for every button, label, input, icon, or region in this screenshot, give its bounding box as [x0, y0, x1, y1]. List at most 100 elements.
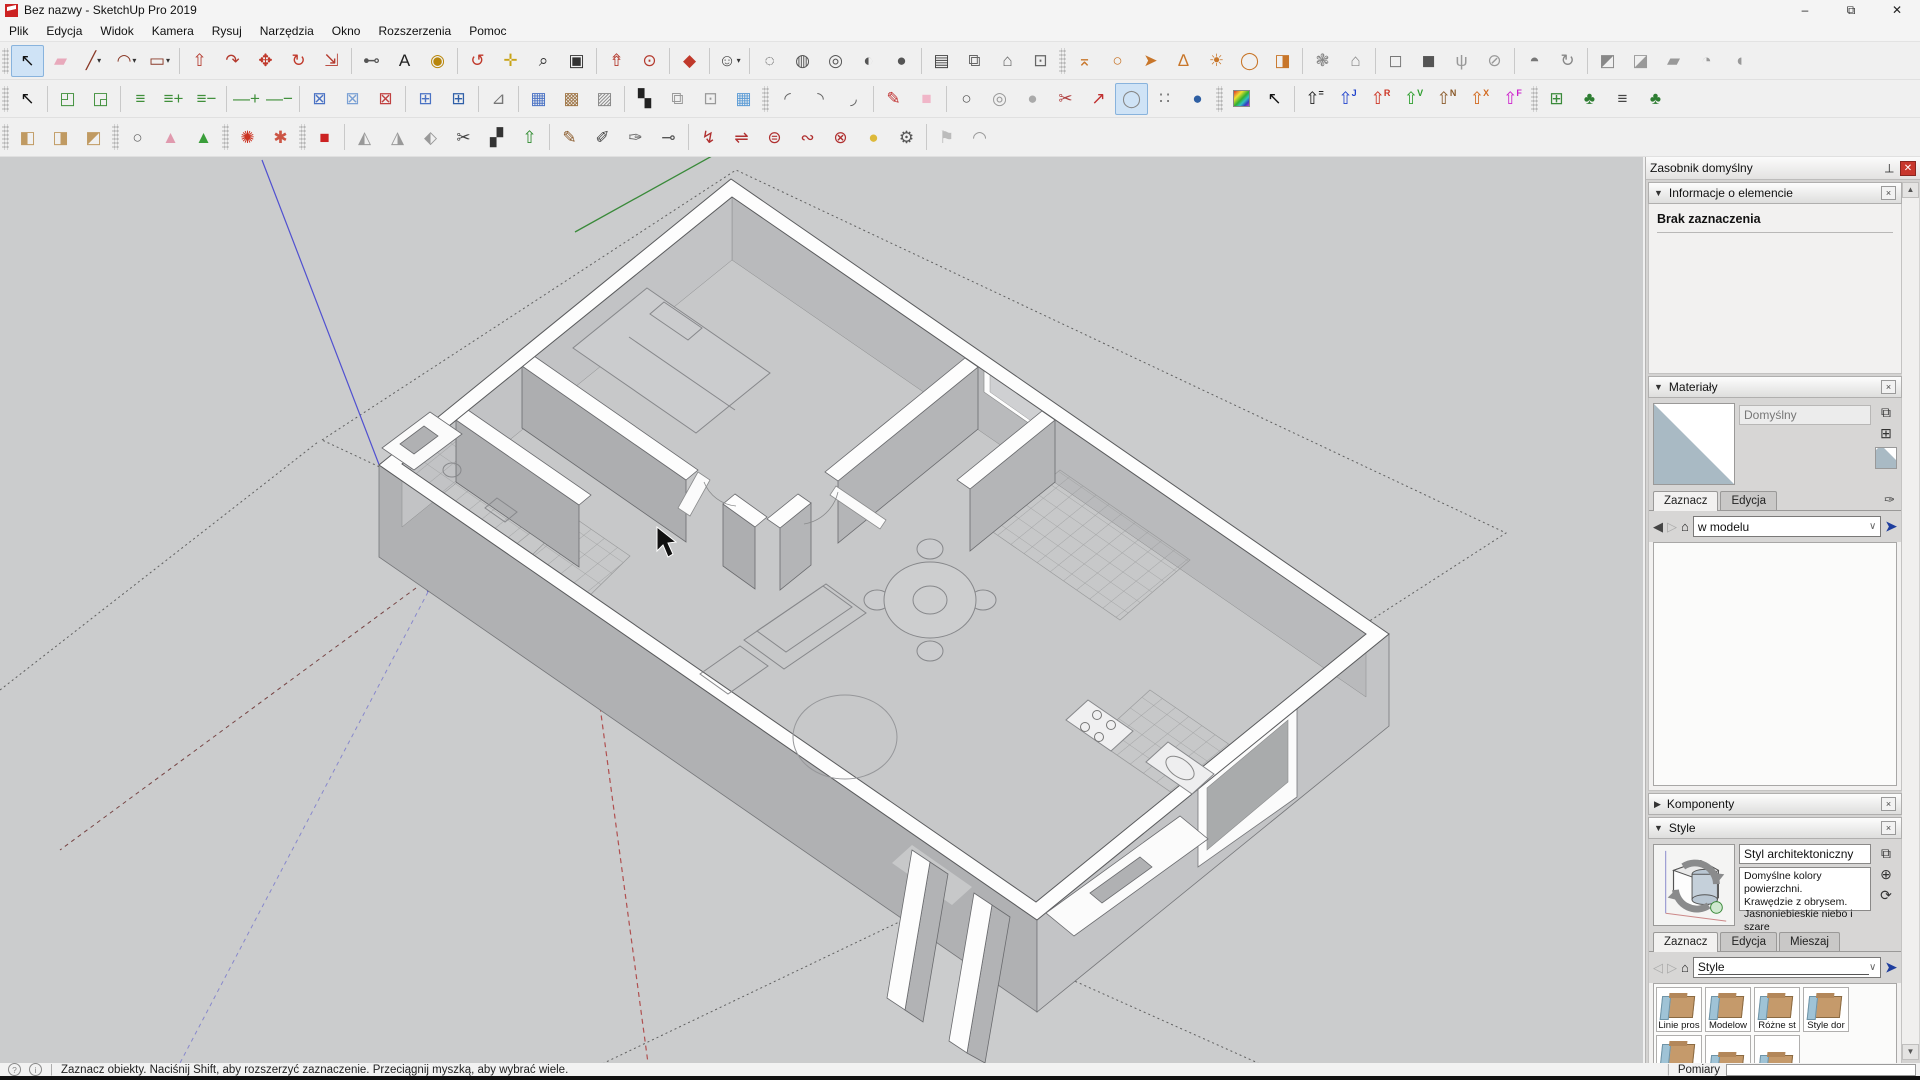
axes-square-b-button[interactable]: ⊠ — [336, 83, 369, 115]
mesh-c-button[interactable]: ⊜ — [758, 121, 791, 153]
prism-c-button[interactable]: ⬖ — [414, 121, 447, 153]
menu-item-pomoc[interactable]: Pomoc — [460, 21, 515, 41]
scene-previous-button[interactable]: ⧉ — [958, 45, 991, 77]
act-cube-button[interactable]: ◨ — [1266, 45, 1299, 77]
pen-b-button[interactable]: ✐ — [586, 121, 619, 153]
pushpull-f-button[interactable]: ⇧F — [1496, 83, 1529, 115]
menu-item-rysuj[interactable]: Rysuj — [203, 21, 251, 41]
proj-sphere-button[interactable]: ◔ — [1690, 45, 1723, 77]
components-close-button[interactable]: × — [1881, 797, 1896, 811]
pushpull-v-button[interactable]: ⇧V — [1397, 83, 1430, 115]
arrow-up-red-button[interactable]: ↗ — [1082, 83, 1115, 115]
toolbar-grip[interactable] — [2, 86, 9, 112]
mesh-d-button[interactable]: ∾ — [791, 121, 824, 153]
act-shade-button[interactable]: ⌅ — [1068, 45, 1101, 77]
pushpull-x-button[interactable]: ⇧X — [1463, 83, 1496, 115]
hidden-line-mode-button[interactable]: ◎ — [819, 45, 852, 77]
orbit-tool-button[interactable]: ↺ — [461, 45, 494, 77]
tab-edycja[interactable]: Edycja — [1720, 491, 1777, 510]
forward-arrow-icon[interactable]: ▷ — [1667, 961, 1677, 974]
menu-item-narzędzia[interactable]: Narzędzia — [251, 21, 323, 41]
component-box-b-button[interactable]: ◨ — [44, 121, 77, 153]
sphere-shape-button[interactable]: ○ — [121, 121, 154, 153]
model-canvas[interactable] — [0, 157, 1643, 1063]
proj-half-square-button[interactable]: ◩ — [1591, 45, 1624, 77]
toolbar-grip[interactable] — [112, 124, 119, 150]
sandbox-contours-button[interactable]: ▩ — [555, 83, 588, 115]
length-add-button[interactable]: —+ — [230, 83, 263, 115]
pen-c-button[interactable]: ✑ — [619, 121, 652, 153]
zoom-tool-button[interactable]: ⌕ — [527, 45, 560, 77]
axes-square-a-button[interactable]: ⊠ — [303, 83, 336, 115]
pyramid-shape-button[interactable]: ▲ — [187, 121, 220, 153]
home-export-tool-button[interactable]: ⌂ — [1339, 45, 1372, 77]
line-tool-button[interactable]: ╱▾ — [77, 45, 110, 77]
back-arrow-icon[interactable]: ◀ — [1653, 520, 1663, 533]
create-style-icon[interactable]: ⊕ — [1880, 867, 1892, 881]
proj-cube-b-button[interactable]: ▰ — [1657, 45, 1690, 77]
eyedropper-icon[interactable]: ✑ — [1884, 492, 1895, 508]
styles-collection-dropdown[interactable]: Style ∨ — [1693, 957, 1881, 978]
push-pull-tool-button[interactable]: ⇧ — [183, 45, 216, 77]
secondary-pane-icon[interactable]: ⧉ — [1881, 846, 1891, 860]
materials-header[interactable]: ▼ Materiały × — [1648, 376, 1902, 398]
tray-close-button[interactable]: ✕ — [1900, 161, 1916, 176]
cube-outline-tool-button[interactable]: ◻ — [1379, 45, 1412, 77]
divide-face-a-button[interactable]: ⊞ — [409, 83, 442, 115]
follow-me-tool-button[interactable]: ↷ — [216, 45, 249, 77]
toolbar-grip[interactable] — [2, 124, 9, 150]
menu-item-okno[interactable]: Okno — [323, 21, 370, 41]
sandbox-grid-button[interactable]: ▦ — [522, 83, 555, 115]
tree-a-button[interactable]: ♣ — [1573, 83, 1606, 115]
back-arrow-icon[interactable]: ◁ — [1653, 961, 1663, 974]
scale-up-green-button[interactable]: ◰ — [51, 83, 84, 115]
pushpull-j-button[interactable]: ⇧J — [1331, 83, 1364, 115]
style-folder-różne-st[interactable]: Różne st — [1754, 987, 1800, 1032]
sphere-tool-button[interactable]: ○ — [950, 83, 983, 115]
swap-pattern-tool-button[interactable]: ◓ — [1518, 45, 1551, 77]
tree-window-button[interactable]: ⊞ — [1540, 83, 1573, 115]
toolbar-grip[interactable] — [1059, 48, 1066, 74]
cube-bold-tool-button[interactable]: ◼ — [1412, 45, 1445, 77]
act-oval-button[interactable]: ◯ — [1233, 45, 1266, 77]
measurements-input[interactable] — [1726, 1064, 1916, 1076]
pin-cut-tool-button[interactable]: ✂ — [1049, 83, 1082, 115]
red-pencil-button[interactable]: ✎ — [877, 83, 910, 115]
walk-tool-button[interactable]: ⇮ — [600, 45, 633, 77]
monochrome-mode-button[interactable]: ● — [885, 45, 918, 77]
select-tool-2-button[interactable]: ↖ — [11, 83, 44, 115]
flora-tool-button[interactable]: ❃ — [1306, 45, 1339, 77]
dim-add-button[interactable]: ≡+ — [157, 83, 190, 115]
scroll-down-icon[interactable]: ▼ — [1902, 1044, 1919, 1060]
leaf-off-tool-button[interactable]: ⊘ — [1478, 45, 1511, 77]
details-arrow-button[interactable]: ➤ — [1885, 959, 1897, 976]
knife-tool-button[interactable]: ✂ — [447, 121, 480, 153]
secondary-pane-icon[interactable]: ⧉ — [1881, 405, 1891, 419]
page-down-button[interactable]: ⊡ — [694, 83, 727, 115]
menu-item-rozszerzenia[interactable]: Rozszerzenia — [369, 21, 460, 41]
checker-bw-button[interactable]: ▚ — [628, 83, 661, 115]
act-ring-button[interactable]: ○ — [1101, 45, 1134, 77]
details-arrow-button[interactable]: ➤ — [1885, 518, 1897, 535]
create-material-icon[interactable]: ⊞ — [1880, 426, 1892, 440]
scenes-window-button[interactable]: ▤ — [925, 45, 958, 77]
pink-material-button[interactable]: ■ — [910, 83, 943, 115]
mesh-b-button[interactable]: ⇌ — [725, 121, 758, 153]
entity-info-header[interactable]: ▼ Informacje o elemencie × — [1648, 182, 1902, 204]
toolbar-grip[interactable] — [1216, 86, 1223, 112]
toolbar-grip[interactable] — [2, 48, 9, 74]
look-around-tool-button[interactable]: ◆ — [673, 45, 706, 77]
page-copy-button[interactable]: ⧉ — [661, 83, 694, 115]
axes-square-red-button[interactable]: ⊠ — [369, 83, 402, 115]
forward-arrow-icon[interactable]: ▷ — [1667, 520, 1677, 533]
tray-scrollbar[interactable]: ▲ ▼ — [1902, 182, 1919, 1060]
info-icon[interactable]: i — [29, 1063, 42, 1076]
component-box-a-button[interactable]: ◧ — [11, 121, 44, 153]
toolbar-grip[interactable] — [762, 86, 769, 112]
styles-close-button[interactable]: × — [1881, 821, 1896, 835]
cursor-select-button[interactable]: ↖ — [1258, 83, 1291, 115]
divide-face-b-button[interactable]: ⊞ — [442, 83, 475, 115]
tree-b-button[interactable]: ♣ — [1639, 83, 1672, 115]
sandbox-smoove-button[interactable]: ▨ — [588, 83, 621, 115]
select-tool-button[interactable]: ↖ — [11, 45, 44, 77]
